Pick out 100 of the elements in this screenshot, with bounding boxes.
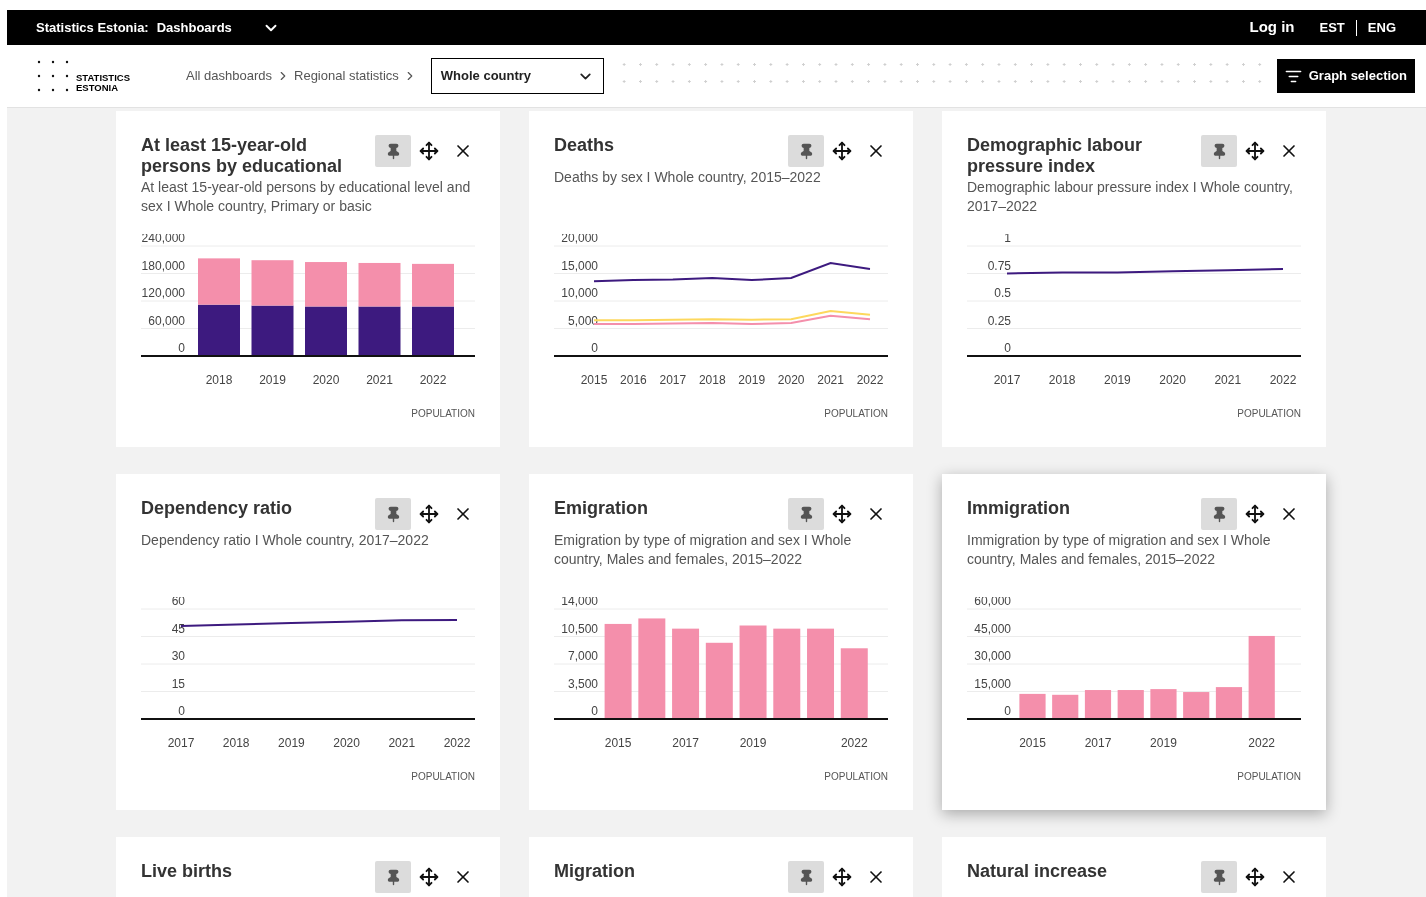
language-link[interactable]: ENG [1367, 17, 1396, 38]
y-axis-label: 14,000 [561, 597, 598, 608]
y-axis-label: 0 [178, 341, 185, 355]
x-axis-label: 2015 [604, 736, 632, 750]
y-axis-label: 0 [1004, 704, 1011, 718]
x-axis-label: 2015 [580, 373, 608, 387]
source-label: POPULATION [1237, 407, 1301, 421]
x-axis-label: 2017 [659, 373, 687, 387]
pin-button[interactable] [1201, 861, 1237, 893]
card-description: Deaths by sex I Whole country, 2015–2022 [554, 168, 822, 187]
login-link[interactable]: Log in [1249, 16, 1295, 39]
pin-button[interactable] [1201, 135, 1237, 167]
x-axis-label: 2018 [205, 373, 233, 387]
x-axis-label: 2021 [366, 373, 393, 387]
card-description: Dependency ratio I Whole country, 2017–2022 [141, 531, 430, 550]
card-title: Dependency ratio [141, 498, 294, 519]
x-axis-label: 2017 [993, 373, 1021, 387]
y-axis-label: 0.5 [994, 286, 1011, 300]
x-axis-label: 2017 [672, 736, 699, 750]
pin-button[interactable] [788, 861, 824, 893]
pin-button[interactable] [375, 135, 411, 167]
y-axis-label: 180,000 [141, 258, 185, 273]
x-axis-label: 2019 [1150, 736, 1177, 750]
x-axis-label: 2020 [777, 373, 805, 387]
source-label: POPULATION [824, 407, 888, 421]
y-axis-label: 60 [171, 597, 185, 608]
x-axis-label: 2020 [333, 736, 360, 750]
move-icon [832, 867, 852, 887]
move-icon [832, 141, 852, 161]
y-axis-label: 30,000 [974, 649, 1011, 663]
pin-button[interactable] [788, 135, 824, 167]
card-description: At least 15-year-old persons by educational level and sex I Whole country, Primary or basic [141, 178, 472, 216]
y-axis-label: 60,000 [148, 313, 185, 328]
y-axis-label: 20,000 [561, 234, 598, 245]
x-axis-label: 2017 [167, 736, 195, 750]
x-axis-label: 2018 [222, 736, 250, 750]
x-axis-label: 2022 [840, 736, 868, 750]
pin-button[interactable] [788, 498, 824, 530]
y-axis-label: 0 [1004, 341, 1011, 355]
card-description: Demographic labour pressure index I Whole country, 2017–2022 [967, 178, 1294, 216]
y-axis-label: 240,000 [141, 234, 185, 245]
breadcrumb-link[interactable]: Regional statistics [294, 66, 399, 86]
move-icon [1245, 867, 1265, 887]
card-description: Emigration by type of migration and sex I Whole country, Males and females, 2015–2022 [554, 531, 853, 569]
x-axis-label: 2019 [259, 373, 286, 387]
pin-button[interactable] [375, 498, 411, 530]
logo-text: ESTONIA [76, 83, 120, 93]
card-title: Emigration [554, 498, 649, 519]
x-axis-label: 2021 [1214, 373, 1242, 387]
card-title: Migration [554, 861, 636, 882]
y-axis-label: 60,000 [974, 597, 1011, 608]
breadcrumb-link[interactable]: All dashboards [186, 66, 272, 86]
x-axis-label: 2019 [739, 736, 767, 750]
y-axis-label: 10,500 [561, 621, 598, 636]
x-axis-label: 2019 [1104, 373, 1131, 387]
x-axis-label: 2019 [278, 736, 305, 750]
logo-text: STATISTICS [76, 73, 130, 83]
logo[interactable]: STATISTICS ESTONIA [37, 59, 130, 93]
y-axis-label: 0.75 [987, 258, 1011, 273]
graph-selection-button[interactable]: Graph selection [1276, 59, 1415, 93]
y-axis-label: 0 [591, 341, 598, 355]
y-axis-label: 3,500 [567, 676, 598, 691]
y-axis-label: 1 [1004, 234, 1011, 245]
x-axis-label: 2020 [1159, 373, 1186, 387]
x-axis-label: 2017 [1084, 736, 1112, 750]
move-icon [419, 504, 439, 524]
language-link[interactable]: EST [1319, 17, 1345, 38]
y-axis-label: 7,000 [567, 649, 598, 663]
move-icon [1245, 504, 1265, 524]
dashboards-menu[interactable]: Dashboards [156, 17, 280, 38]
card-title: Live births [141, 861, 234, 882]
x-axis-label: 2019 [738, 373, 766, 387]
pin-button[interactable] [1201, 498, 1237, 530]
pin-button[interactable] [375, 861, 411, 893]
x-axis-label: 2022 [856, 373, 884, 387]
x-axis-label: 2018 [698, 373, 726, 387]
x-axis-label: 2016 [620, 373, 647, 387]
x-axis-label: 2021 [817, 373, 844, 387]
source-label: POPULATION [824, 770, 888, 784]
x-axis-label: 2015 [1019, 736, 1046, 750]
y-axis-label: 45,000 [974, 621, 1011, 636]
x-axis-label: 2022 [1269, 373, 1297, 387]
move-icon [832, 504, 852, 524]
source-label: POPULATION [1237, 770, 1301, 784]
region-select[interactable]: Whole country [430, 58, 604, 94]
y-axis-label: 120,000 [141, 286, 185, 300]
logo-dots-icon [37, 59, 71, 93]
move-icon [419, 141, 439, 161]
y-axis-label: 45 [171, 621, 185, 636]
x-axis-label: 2018 [1048, 373, 1076, 387]
source-label: POPULATION [411, 770, 475, 784]
y-axis-label: 15,000 [974, 676, 1011, 691]
brand-label: Statistics Estonia: [36, 18, 149, 37]
card-title: Deaths [554, 135, 616, 156]
y-axis-label: 30 [171, 649, 185, 663]
y-axis-label: 15,000 [561, 258, 598, 273]
card-title: At least 15-year-old persons by educational [141, 135, 344, 177]
card-title: Natural increase [967, 861, 1109, 882]
y-axis-label: 0 [178, 704, 185, 718]
x-axis-label: 2020 [312, 373, 340, 387]
